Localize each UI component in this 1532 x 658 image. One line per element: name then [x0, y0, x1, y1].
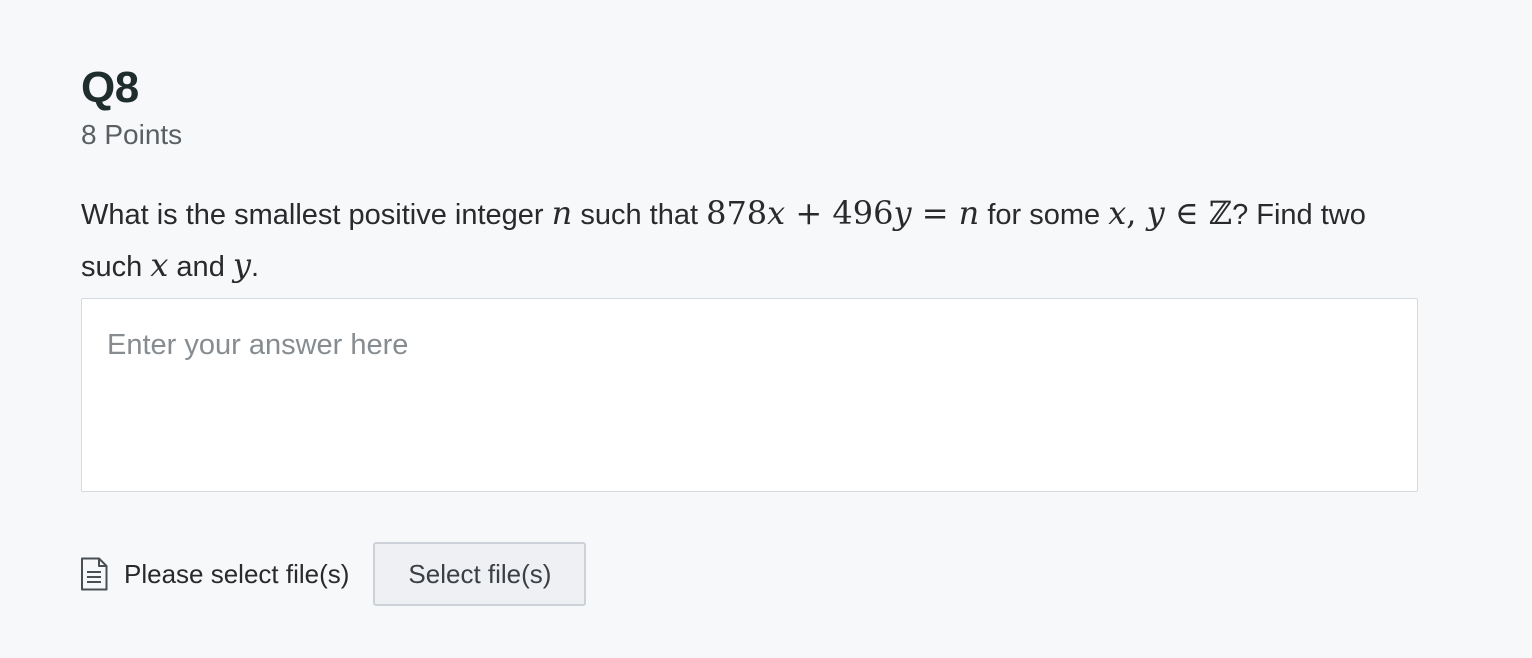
- prompt-text: and: [168, 251, 233, 283]
- math-variable: n: [551, 194, 573, 232]
- answer-box: [81, 298, 1418, 492]
- prompt-text: for some: [979, 199, 1109, 231]
- prompt-text: What is the smallest positive integer: [81, 199, 552, 231]
- question-points: 8 Points: [81, 119, 183, 150]
- answer-input[interactable]: [82, 299, 1417, 491]
- math-variable: y: [232, 246, 251, 284]
- document-icon: [80, 557, 108, 591]
- select-files-button[interactable]: Select file(s): [373, 542, 587, 606]
- question-prompt: What is the smallest positive integer n …: [81, 188, 1421, 292]
- question-block: Q8 8 Points What is the smallest positiv…: [81, 62, 1421, 292]
- prompt-text: .: [250, 251, 260, 283]
- prompt-text: such that: [572, 199, 707, 231]
- math-equation: 878x + 496y = n: [706, 194, 980, 232]
- math-set-membership: x, y ∈ ℤ: [1108, 194, 1233, 232]
- file-select-label: Please select file(s): [124, 558, 350, 589]
- math-variable: x: [150, 246, 169, 284]
- question-title: Q8: [81, 63, 139, 112]
- file-upload-row: Please select file(s) Select file(s): [80, 542, 587, 606]
